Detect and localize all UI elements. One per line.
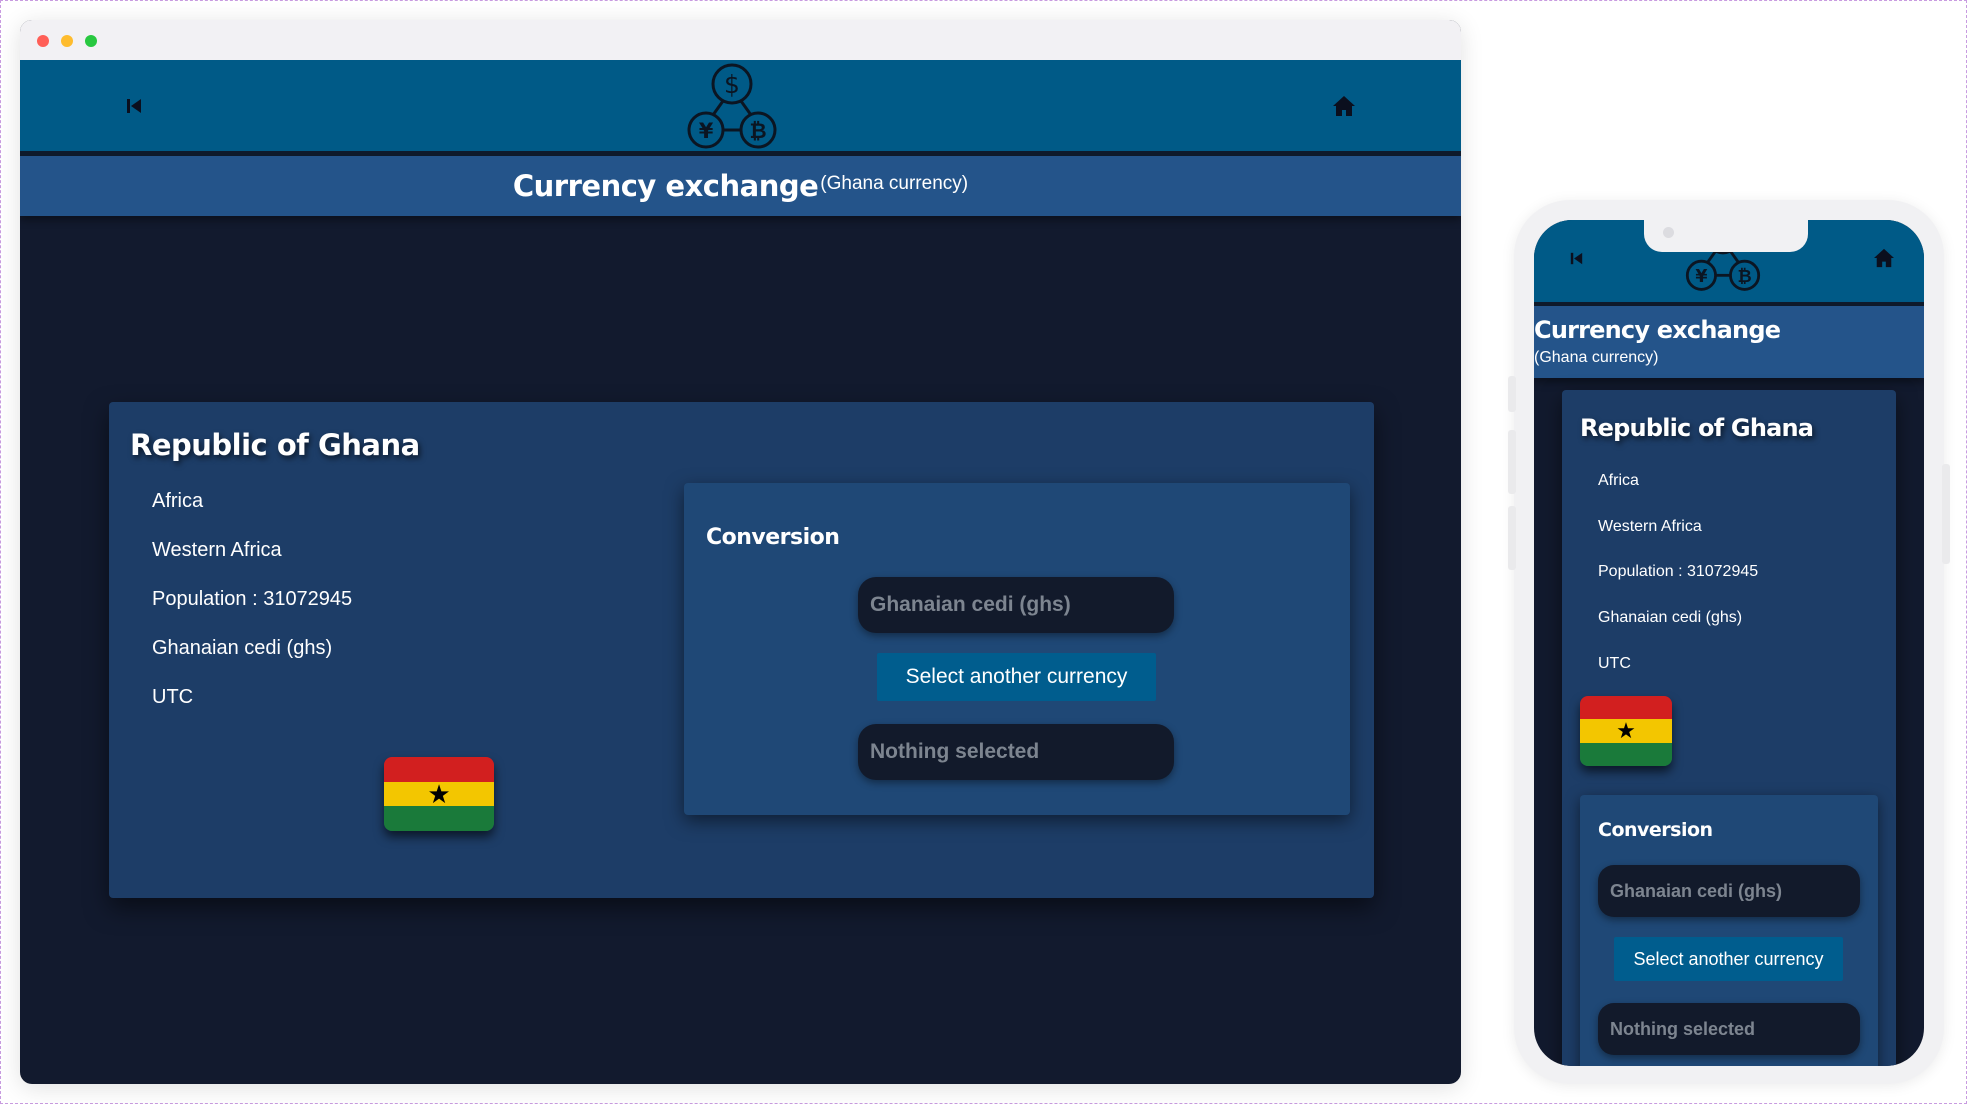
home-button[interactable] xyxy=(1332,94,1356,118)
ghana-flag-icon: ★ xyxy=(1580,696,1672,766)
page-title: Currency exchange xyxy=(1534,316,1781,344)
conversion-title: Conversion xyxy=(1598,819,1713,841)
country-timezone: UTC xyxy=(152,686,194,708)
country-currency: Ghanaian cedi (ghs) xyxy=(1598,609,1743,626)
mobile-conversion-panel: Conversion Ghanaian cedi (ghs) Select an… xyxy=(1580,795,1878,1066)
country-card: Republic of Ghana Africa Western Africa … xyxy=(109,402,1374,898)
phone-button xyxy=(1508,430,1516,494)
from-currency-field[interactable]: Ghanaian cedi (ghs) xyxy=(1598,865,1860,917)
conversion-result-field: Nothing selected xyxy=(1598,1003,1860,1055)
skip-back-icon xyxy=(127,99,141,113)
page-subtitle: (Ghana currency) xyxy=(820,173,969,194)
mobile-country-card: Republic of Ghana Africa Western Africa … xyxy=(1562,390,1896,1066)
country-region: Africa xyxy=(152,490,204,512)
back-button[interactable] xyxy=(122,94,146,118)
home-icon xyxy=(1333,96,1355,116)
country-region: Africa xyxy=(1598,472,1639,489)
ghana-flag-icon: ★ xyxy=(384,757,494,831)
from-currency-field[interactable]: Ghanaian cedi (ghs) xyxy=(858,577,1174,633)
phone-button xyxy=(1508,376,1516,412)
close-window-button[interactable] xyxy=(37,35,49,47)
svg-text:₿: ₿ xyxy=(1737,267,1751,287)
phone-button xyxy=(1942,464,1950,564)
mobile-back-button[interactable] xyxy=(1564,246,1588,270)
conversion-panel: Conversion Ghanaian cedi (ghs) Select an… xyxy=(684,483,1350,815)
page-title: Currency exchange xyxy=(512,169,819,203)
country-subregion: Western Africa xyxy=(152,539,282,561)
country-name: Republic of Ghana xyxy=(1580,414,1814,442)
svg-text:¥: ¥ xyxy=(699,119,714,143)
star-icon: ★ xyxy=(427,778,451,809)
phone-notch xyxy=(1644,220,1808,252)
select-currency-button[interactable]: Select another currency xyxy=(1614,937,1843,981)
star-icon: ★ xyxy=(1616,718,1636,743)
select-currency-button[interactable]: Select another currency xyxy=(877,653,1156,701)
skip-back-icon xyxy=(1570,252,1582,264)
mobile-page-title-bar: Currency exchange (Ghana currency) xyxy=(1534,306,1924,378)
svg-text:¥: ¥ xyxy=(1695,267,1707,287)
camera-dot xyxy=(1663,227,1674,238)
currency-exchange-logo: $ ¥ ₿ xyxy=(687,63,777,149)
app-header: $ ¥ ₿ xyxy=(20,60,1461,156)
mobile-screen: ¥ ₿ Currency exchange (Ghana currency) R… xyxy=(1534,220,1924,1066)
page-subtitle: (Ghana currency) xyxy=(1534,349,1659,366)
window-titlebar xyxy=(20,20,1461,60)
minimize-window-button[interactable] xyxy=(61,35,73,47)
desktop-browser-window: $ ¥ ₿ Currency exchange (Ghana currency)… xyxy=(20,20,1461,1084)
country-subregion: Western Africa xyxy=(1598,518,1702,535)
phone-button xyxy=(1508,506,1516,570)
svg-text:₿: ₿ xyxy=(749,119,766,143)
country-timezone: UTC xyxy=(1598,655,1631,672)
svg-text:$: $ xyxy=(724,70,740,99)
conversion-result-field: Nothing selected xyxy=(858,724,1174,780)
country-population: Population : 31072945 xyxy=(1598,563,1759,580)
mobile-home-button[interactable] xyxy=(1872,246,1896,270)
home-icon xyxy=(1874,248,1894,268)
page-title-bar: Currency exchange (Ghana currency) xyxy=(20,156,1461,216)
mobile-device-frame: ¥ ₿ Currency exchange (Ghana currency) R… xyxy=(1508,200,1950,1084)
conversion-title: Conversion xyxy=(706,525,840,550)
country-name: Republic of Ghana xyxy=(130,428,420,462)
country-population: Population : 31072945 xyxy=(152,588,353,610)
country-currency: Ghanaian cedi (ghs) xyxy=(152,637,333,659)
mobile-app-header: ¥ ₿ xyxy=(1534,220,1924,306)
maximize-window-button[interactable] xyxy=(85,35,97,47)
